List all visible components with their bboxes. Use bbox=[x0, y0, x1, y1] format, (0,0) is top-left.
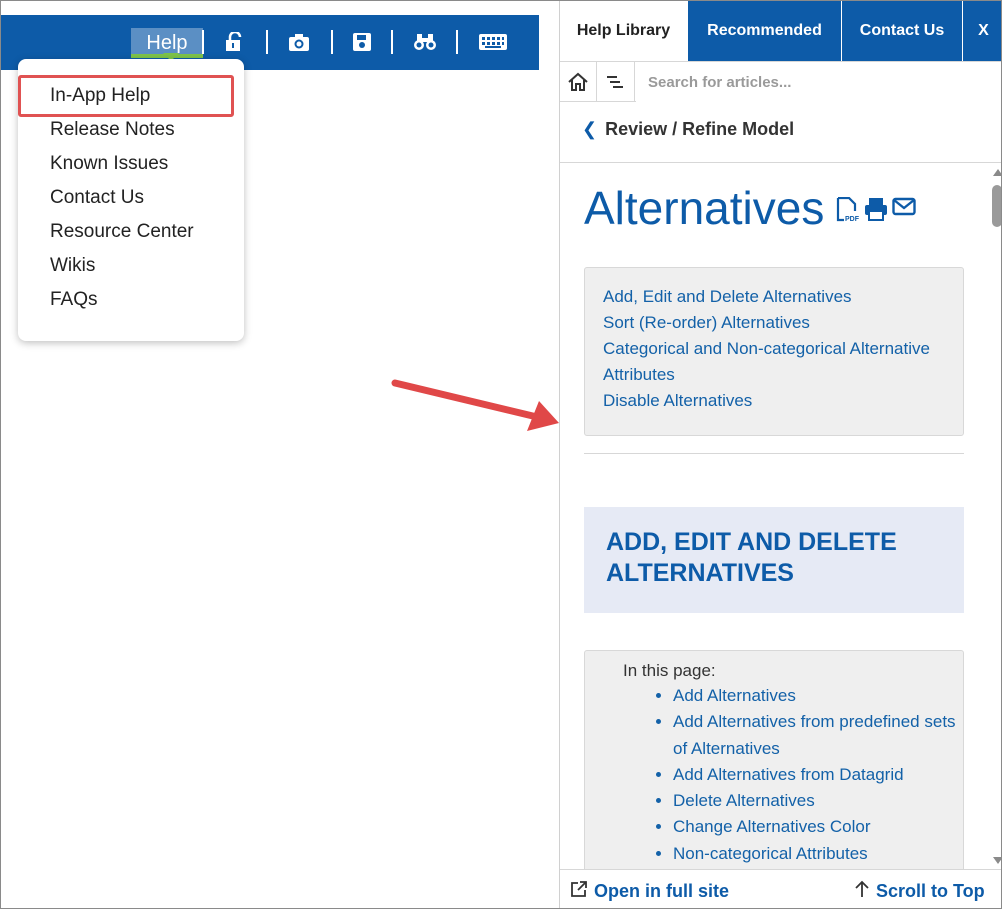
scroll-down-icon[interactable] bbox=[993, 857, 1001, 864]
scroll-to-top-label: Scroll to Top bbox=[876, 881, 985, 901]
list-item[interactable]: Delete Alternatives bbox=[673, 788, 963, 814]
tab-recommended[interactable]: Recommended bbox=[688, 1, 842, 61]
unlock-icon[interactable] bbox=[224, 30, 246, 57]
toc-list-icon[interactable] bbox=[598, 62, 635, 102]
menu-item-known-issues[interactable]: Known Issues bbox=[50, 153, 168, 175]
list-item[interactable]: Add Alternatives from Datagrid bbox=[673, 762, 963, 788]
email-icon[interactable] bbox=[892, 197, 916, 228]
panel-tabs: Help Library Recommended Contact Us X bbox=[560, 1, 1001, 61]
toc-link[interactable]: Add, Edit and Delete Alternatives bbox=[603, 284, 945, 310]
search-bar bbox=[560, 61, 1001, 102]
toolbar-separator bbox=[266, 30, 268, 54]
close-panel-button[interactable]: X bbox=[963, 1, 1001, 61]
divider bbox=[584, 453, 964, 454]
scrollbar-thumb[interactable] bbox=[992, 185, 1001, 227]
menu-item-wikis[interactable]: Wikis bbox=[50, 255, 95, 277]
open-full-site-label: Open in full site bbox=[594, 881, 730, 901]
chevron-left-icon: ❮ bbox=[582, 119, 598, 139]
help-panel: Help Library Recommended Contact Us X ❮ R… bbox=[559, 1, 1001, 908]
external-link-icon bbox=[570, 880, 588, 903]
save-icon[interactable] bbox=[352, 32, 372, 57]
pdf-icon[interactable]: PDF bbox=[836, 196, 860, 228]
home-icon[interactable] bbox=[560, 62, 597, 102]
list-item[interactable]: Add Alternatives bbox=[673, 683, 963, 709]
toolbar-separator bbox=[456, 30, 458, 54]
panel-footer: Open in full site Scroll to Top bbox=[560, 869, 1001, 908]
title-actions: PDF bbox=[836, 196, 916, 228]
menu-item-resource-center[interactable]: Resource Center bbox=[50, 221, 194, 243]
toc-link[interactable]: Disable Alternatives bbox=[603, 388, 945, 414]
camera-icon[interactable] bbox=[288, 32, 310, 57]
breadcrumb[interactable]: ❮ Review / Refine Model bbox=[582, 119, 794, 140]
breadcrumb-label: Review / Refine Model bbox=[605, 119, 795, 139]
in-this-page-box: In this page: Add Alternatives Add Alter… bbox=[584, 650, 964, 869]
menu-item-faqs[interactable]: FAQs bbox=[50, 289, 98, 311]
section-heading: ADD, EDIT AND DELETE ALTERNATIVES bbox=[606, 528, 897, 587]
toc-link[interactable]: Sort (Re-order) Alternatives bbox=[603, 310, 945, 336]
article-content: Alternatives PDF Add, Edit and Delete Al… bbox=[560, 163, 990, 869]
menu-item-release-notes[interactable]: Release Notes bbox=[50, 119, 175, 141]
toolbar-separator bbox=[331, 30, 333, 54]
toolbar-separator bbox=[391, 30, 393, 54]
section-header: ADD, EDIT AND DELETE ALTERNATIVES bbox=[584, 507, 964, 613]
open-full-site-link[interactable]: Open in full site bbox=[570, 880, 729, 903]
toc-link[interactable]: Categorical and Non-categorical Alternat… bbox=[603, 336, 945, 388]
help-dropdown-menu: In-App Help Release Notes Known Issues C… bbox=[18, 59, 244, 341]
keyboard-icon[interactable] bbox=[479, 32, 507, 57]
list-item[interactable]: Change Alternatives Color bbox=[673, 814, 963, 840]
search-input[interactable] bbox=[636, 62, 1001, 102]
tab-help-library[interactable]: Help Library bbox=[560, 1, 688, 61]
app-window: Help In-App Help Release Notes Known Iss… bbox=[0, 0, 1002, 909]
list-item[interactable]: Add Alternatives from predefined sets of… bbox=[673, 709, 963, 762]
binoculars-icon[interactable] bbox=[413, 32, 437, 57]
toolbar-separator bbox=[202, 30, 204, 54]
menu-item-contact-us[interactable]: Contact Us bbox=[50, 187, 144, 209]
list-item[interactable]: Non-categorical Attributes bbox=[673, 841, 963, 867]
menu-item-in-app-help[interactable]: In-App Help bbox=[50, 85, 150, 107]
in-this-page-label: In this page: bbox=[623, 661, 716, 680]
page-title: Alternatives bbox=[584, 182, 825, 234]
svg-text:PDF: PDF bbox=[845, 216, 860, 223]
tab-contact-us[interactable]: Contact Us bbox=[842, 1, 963, 61]
scrollbar[interactable] bbox=[990, 163, 1001, 869]
scroll-up-icon[interactable] bbox=[993, 169, 1001, 176]
in-this-page-list: Add Alternatives Add Alternatives from p… bbox=[673, 683, 963, 867]
annotation-arrow-icon bbox=[391, 379, 559, 431]
scroll-to-top-link[interactable]: Scroll to Top bbox=[854, 880, 985, 903]
arrow-up-icon bbox=[854, 880, 870, 903]
print-icon[interactable] bbox=[864, 197, 888, 228]
toc-box: Add, Edit and Delete Alternatives Sort (… bbox=[584, 267, 964, 436]
